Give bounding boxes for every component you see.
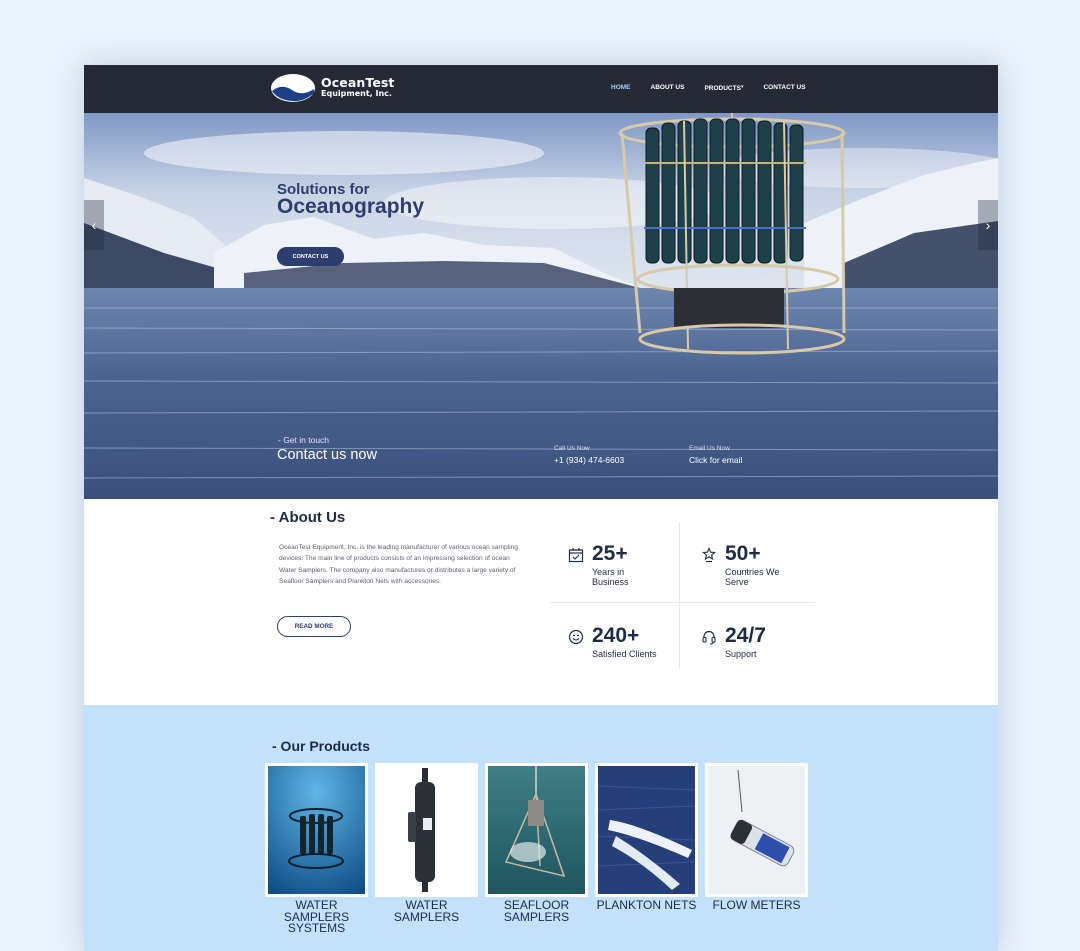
stat-label: Years in Business — [592, 567, 629, 587]
product-image — [705, 763, 808, 897]
product-name: WATER SAMPLERS — [393, 898, 460, 924]
stat-support: 24/7 Support — [683, 604, 815, 677]
about-heading: - About Us — [270, 509, 346, 526]
nav-contact-us[interactable]: CONTACT US — [763, 84, 805, 92]
hero-title: Oceanography — [277, 195, 425, 218]
stat-value: 24/7 — [725, 624, 766, 647]
product-card-water-samplers-systems[interactable]: WATER SAMPLERS SYSTEMS — [265, 763, 368, 935]
logo-subtitle: Equipment, Inc. — [321, 89, 392, 98]
stat-years: 25+ Years in Business — [550, 522, 682, 595]
product-name: SEAFLOOR SAMPLERS — [503, 898, 570, 924]
get-in-touch-label: - Get in touch — [278, 435, 330, 445]
contact-us-now-link[interactable]: Contact us now — [277, 447, 377, 463]
hero-landscape-image — [84, 113, 998, 499]
nav-products-label: PRODUCTS — [704, 85, 741, 92]
hero-slider: ‹ › Solutions for Oceanography CONTACT U… — [84, 113, 998, 499]
slider-next-arrow-icon[interactable]: › — [978, 200, 998, 250]
email-us-label: Email Us Now — [689, 445, 730, 452]
star-award-icon — [702, 547, 716, 563]
stat-countries: 50+ Countries We Serve — [683, 522, 815, 595]
logo-title: OceanTest — [321, 75, 395, 90]
product-card-plankton-nets[interactable]: PLANKTON NETS — [595, 763, 698, 912]
stat-value: 50+ — [725, 542, 761, 565]
stat-label: Support — [725, 649, 757, 659]
top-navigation: OceanTest Equipment, Inc. HOME ABOUT US … — [84, 65, 998, 113]
website-mockup: OceanTest Equipment, Inc. HOME ABOUT US … — [84, 65, 998, 951]
chevron-down-icon: ▾ — [740, 84, 744, 90]
call-us-label: Call Us Now — [554, 445, 590, 452]
stat-value: 25+ — [592, 542, 628, 565]
calendar-icon — [568, 548, 584, 563]
products-section: - Our Products WATER SAMPLERS SYSTEMS WA… — [84, 705, 998, 951]
slider-prev-arrow-icon[interactable]: ‹ — [84, 200, 104, 250]
logo-wave-icon — [271, 74, 315, 102]
product-image — [375, 763, 478, 897]
nav-products[interactable]: PRODUCTS▾ — [704, 84, 743, 92]
product-image — [265, 763, 368, 897]
product-card-water-samplers[interactable]: WATER SAMPLERS — [375, 763, 478, 923]
about-text: OceanTest Equipment, Inc. is the leading… — [279, 544, 518, 585]
main-menu: HOME ABOUT US PRODUCTS▾ CONTACT US — [611, 84, 826, 92]
products-heading: - Our Products — [272, 738, 371, 754]
product-image — [485, 763, 588, 897]
hero-contact-button[interactable]: CONTACT US — [277, 247, 344, 266]
nav-about-us[interactable]: ABOUT US — [651, 84, 685, 92]
headset-icon — [702, 630, 716, 645]
nav-home[interactable]: HOME — [611, 84, 631, 92]
product-name: FLOW METERS — [712, 898, 801, 912]
product-card-seafloor-samplers[interactable]: SEAFLOOR SAMPLERS — [485, 763, 588, 923]
logo[interactable]: OceanTest Equipment, Inc. — [270, 72, 400, 104]
product-name: WATER SAMPLERS SYSTEMS — [283, 898, 350, 935]
phone-link[interactable]: +1 (934) 474-6603 — [554, 455, 624, 465]
stat-label: Countries We Serve — [725, 567, 780, 587]
stats-divider — [550, 602, 815, 603]
product-image — [595, 763, 698, 897]
email-link[interactable]: Click for email — [689, 455, 742, 465]
stat-label: Satisfied Clients — [592, 649, 657, 659]
product-name: PLANKTON NETS — [596, 898, 697, 912]
stat-clients: 240+ Satisfied Clients — [550, 604, 682, 677]
smiley-icon — [568, 629, 584, 645]
stat-value: 240+ — [592, 624, 640, 647]
read-more-button[interactable]: READ MORE — [277, 616, 351, 637]
stats-grid: 25+ Years in Business 50+ Countries We S… — [550, 522, 815, 668]
product-card-flow-meters[interactable]: FLOW METERS — [705, 763, 808, 912]
